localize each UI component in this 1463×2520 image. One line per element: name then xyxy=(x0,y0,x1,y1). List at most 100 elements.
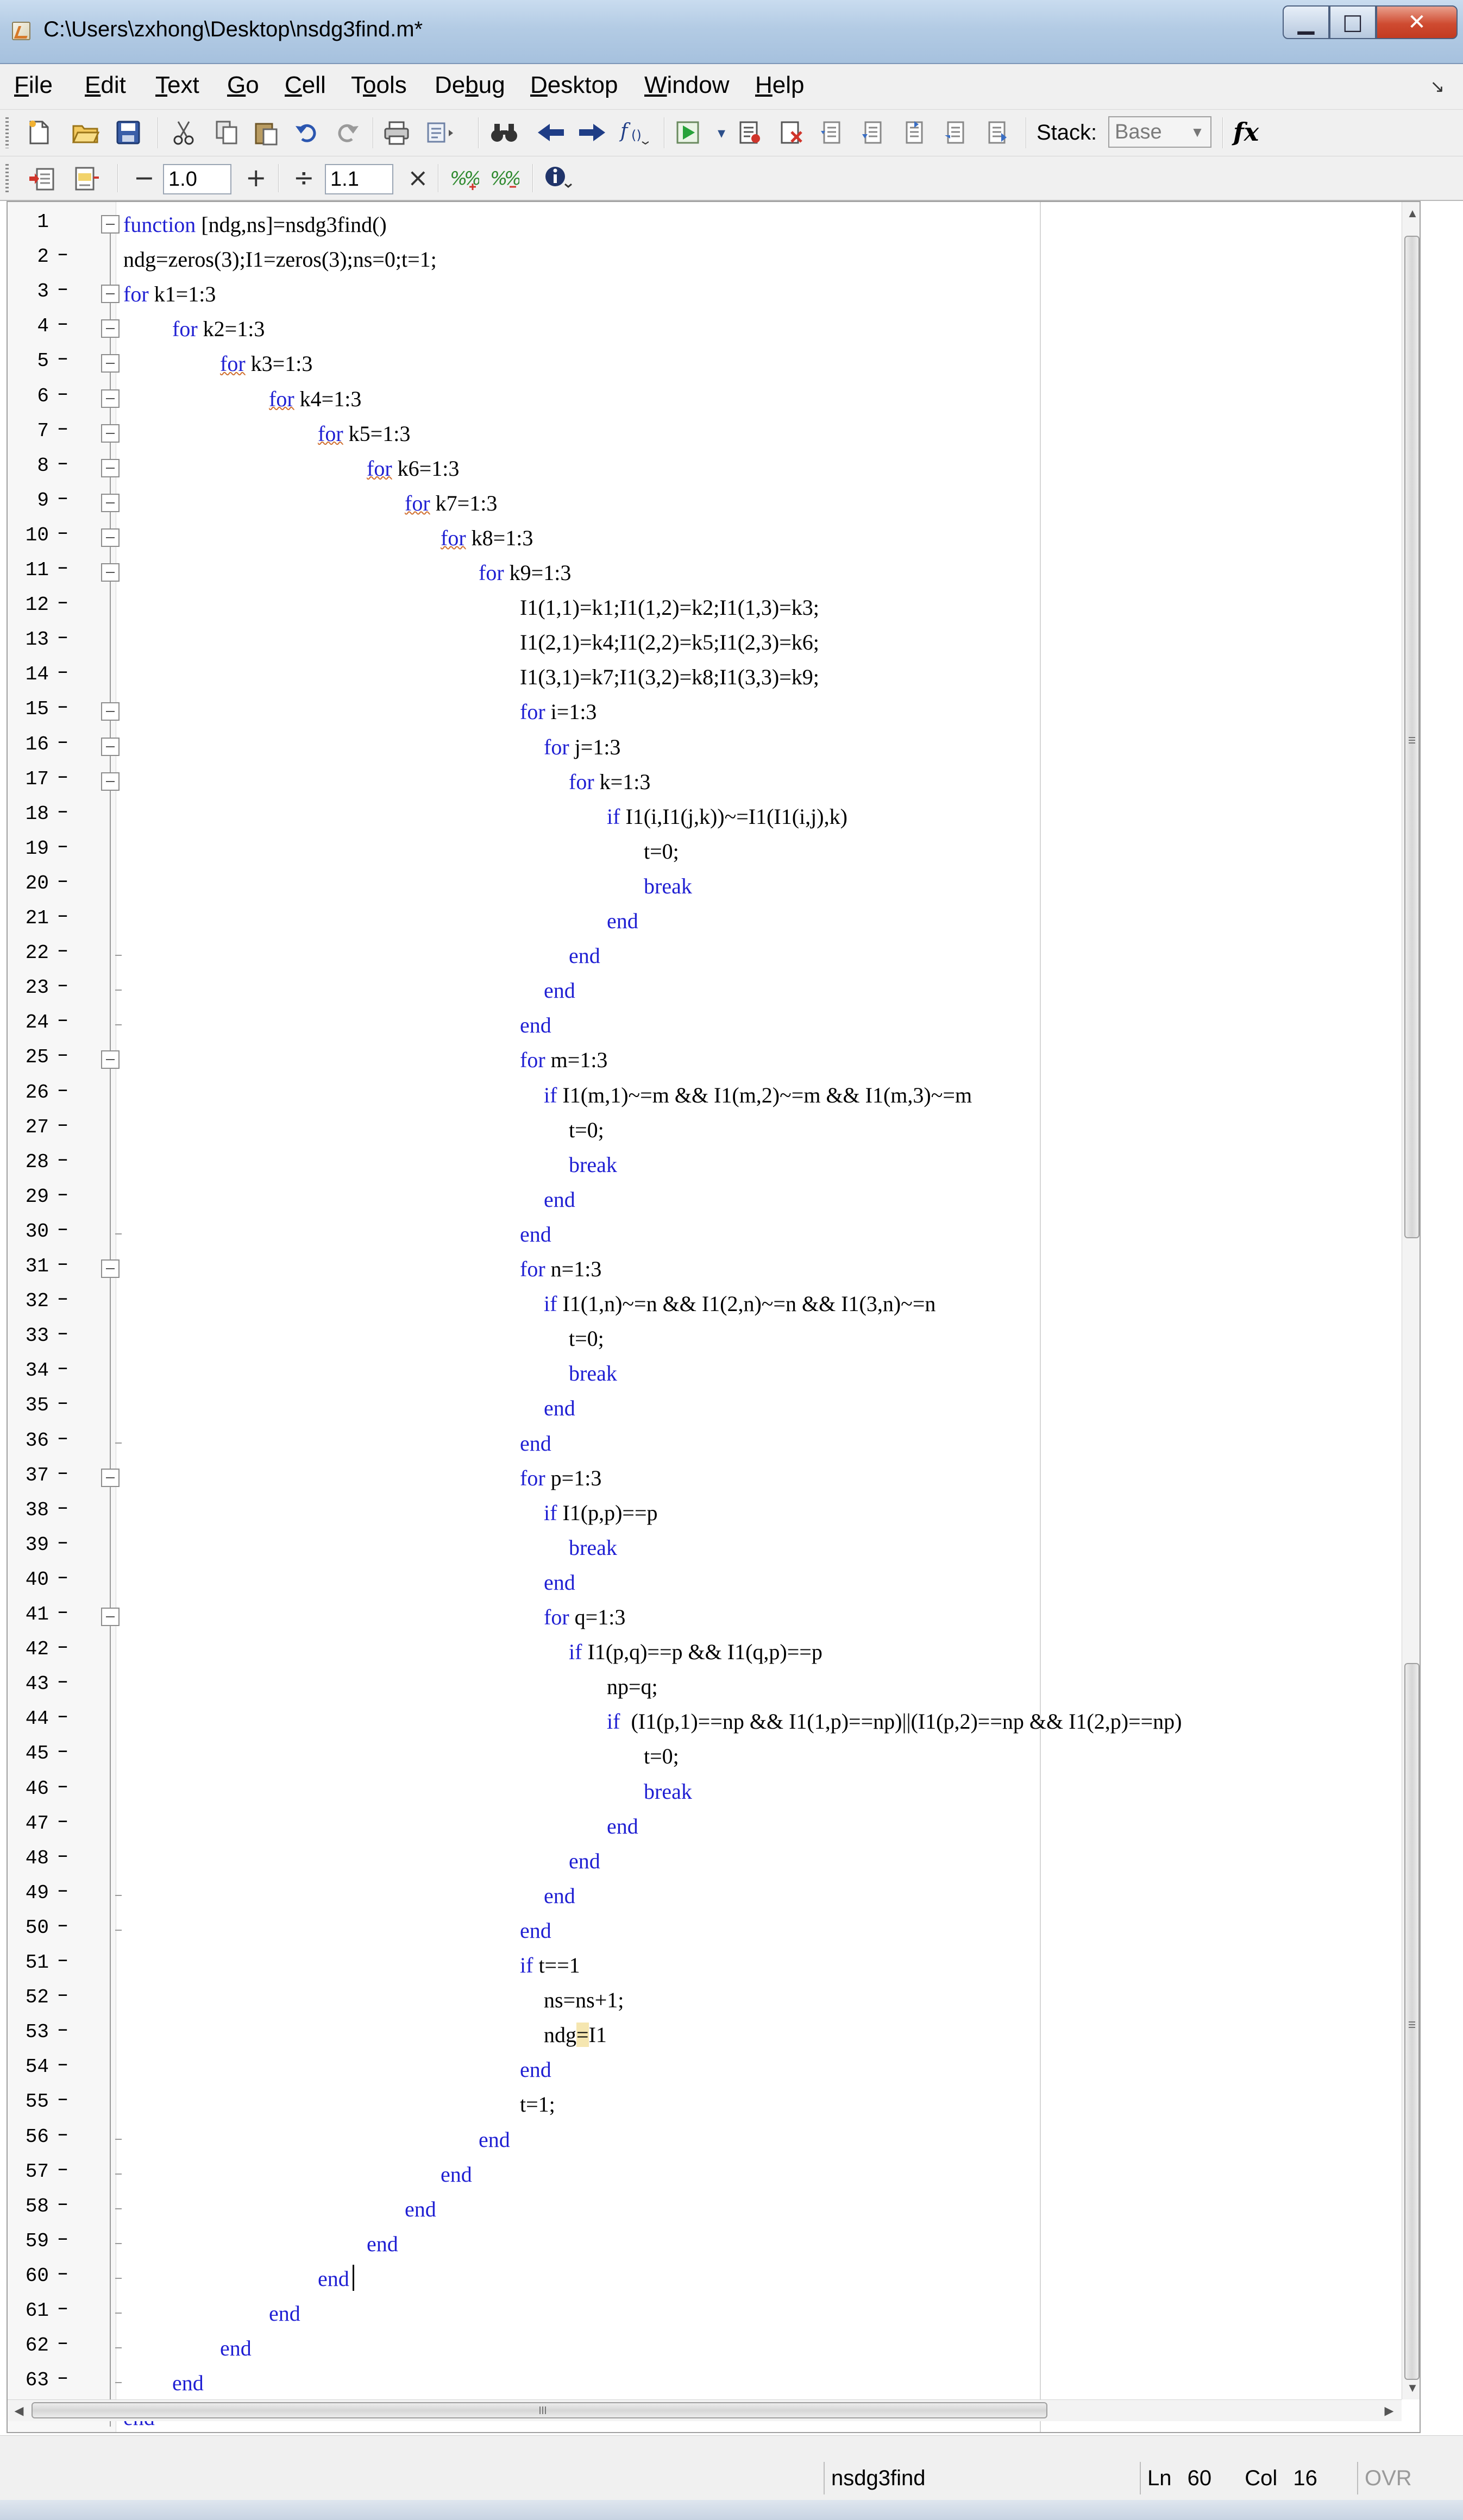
code-line[interactable]: 3– for k1=1:3 xyxy=(8,276,1398,311)
save-icon[interactable] xyxy=(113,117,143,148)
code-line[interactable]: 42– if I1(p,q)==p && I1(q,p)==p xyxy=(8,1634,1398,1668)
menu-text[interactable]: Text xyxy=(155,72,199,99)
executable-line-marker[interactable]: – xyxy=(58,1495,68,1519)
executable-line-marker[interactable]: – xyxy=(58,415,68,439)
code-line[interactable]: 7– for k5=1:3 xyxy=(8,415,1398,450)
executable-line-marker[interactable]: – xyxy=(58,972,68,996)
executable-line-marker[interactable]: – xyxy=(58,1460,68,1484)
minimize-button[interactable]: ▁ xyxy=(1283,5,1329,39)
code-line[interactable]: 31– for n=1:3 xyxy=(8,1251,1398,1286)
executable-line-marker[interactable]: – xyxy=(58,1808,68,1832)
executable-line-marker[interactable]: – xyxy=(58,381,68,405)
percent-remove-icon[interactable]: %% xyxy=(489,163,519,193)
open-folder-icon[interactable] xyxy=(71,117,101,148)
cell-plus-icon[interactable]: + xyxy=(246,163,267,192)
menu-edit[interactable]: Edit xyxy=(85,72,126,99)
executable-line-marker[interactable]: – xyxy=(58,241,68,265)
executable-line-marker[interactable]: – xyxy=(58,2330,68,2354)
code-line[interactable]: 17– for k=1:3 xyxy=(8,764,1398,798)
fold-toggle-icon[interactable] xyxy=(101,528,120,547)
executable-line-marker[interactable]: – xyxy=(58,1634,68,1658)
find-files-icon[interactable] xyxy=(425,117,455,148)
scroll-left-icon[interactable]: ◀ xyxy=(8,2400,30,2422)
code-line[interactable]: 49– end xyxy=(8,1878,1398,1912)
evaluate-cell-icon[interactable] xyxy=(71,163,101,193)
run-icon[interactable] xyxy=(674,117,704,148)
maximize-button[interactable]: □ xyxy=(1329,5,1376,39)
executable-line-marker[interactable]: – xyxy=(58,1425,68,1449)
code-line[interactable]: 18– if I1(i,I1(j,k))~=I1(I1(i,j),k) xyxy=(8,798,1398,833)
paste-icon[interactable] xyxy=(251,117,281,148)
cell-divide-icon[interactable]: ÷ xyxy=(293,163,315,192)
code-line[interactable]: 35– end xyxy=(8,1390,1398,1425)
dock-arrow-icon[interactable]: ↘ xyxy=(1430,76,1445,97)
code-line[interactable]: 5– for k3=1:3 xyxy=(8,345,1398,380)
code-line[interactable]: 41– for q=1:3 xyxy=(8,1599,1398,1634)
menu-desktop[interactable]: Desktop xyxy=(530,72,618,99)
fold-toggle-icon[interactable] xyxy=(101,563,120,582)
cell-minus-icon[interactable]: − xyxy=(134,163,155,192)
executable-line-marker[interactable]: – xyxy=(58,1390,68,1414)
code-line[interactable]: 21– end xyxy=(8,903,1398,937)
set-breakpoint-icon[interactable] xyxy=(734,117,765,148)
executable-line-marker[interactable]: – xyxy=(58,1112,68,1136)
executable-line-marker[interactable]: – xyxy=(58,903,68,927)
code-line[interactable]: 13– I1(2,1)=k4;I1(2,2)=k5;I1(2,3)=k6; xyxy=(8,624,1398,659)
insert-cell-icon[interactable] xyxy=(27,163,58,193)
executable-line-marker[interactable]: – xyxy=(58,1703,68,1727)
executable-line-marker[interactable]: – xyxy=(58,1668,68,1692)
code-line[interactable]: 1 function [ndg,ns]=nsdg3find() xyxy=(8,206,1398,241)
executable-line-marker[interactable]: – xyxy=(58,624,68,648)
fold-toggle-icon[interactable] xyxy=(101,215,120,234)
executable-line-marker[interactable]: – xyxy=(58,694,68,717)
code-line[interactable]: 19– t=0; xyxy=(8,833,1398,868)
code-editor[interactable]: 1 function [ndg,ns]=nsdg3find() 2 – ndg=zero… xyxy=(7,201,1421,2433)
cell-decrement-field[interactable]: 1.0 xyxy=(163,164,231,194)
fold-toggle-icon[interactable] xyxy=(101,319,120,338)
executable-line-marker[interactable]: – xyxy=(58,2156,68,2180)
executable-line-marker[interactable]: – xyxy=(58,1878,68,1901)
fold-toggle-icon[interactable] xyxy=(101,354,120,373)
code-line[interactable]: 16– for j=1:3 xyxy=(8,729,1398,764)
executable-line-marker[interactable]: – xyxy=(58,1042,68,1066)
executable-line-marker[interactable]: – xyxy=(58,276,68,300)
code-line[interactable]: 4– for k2=1:3 xyxy=(8,311,1398,345)
executable-line-marker[interactable]: – xyxy=(58,1146,68,1170)
code-line[interactable]: 63– end xyxy=(8,2365,1398,2399)
executable-line-marker[interactable]: – xyxy=(58,1947,68,1971)
step-in-icon[interactable] xyxy=(858,117,889,148)
executable-line-marker[interactable]: – xyxy=(58,345,68,369)
toolbar-grip[interactable] xyxy=(5,117,9,148)
step-out-icon[interactable] xyxy=(900,117,930,148)
executable-line-marker[interactable]: – xyxy=(58,589,68,613)
scroll-right-icon[interactable]: ▶ xyxy=(1378,2400,1401,2422)
executable-line-marker[interactable]: – xyxy=(58,1738,68,1762)
horizontal-scroll-thumb[interactable] xyxy=(32,2402,1047,2418)
scroll-up-icon[interactable]: ▲ xyxy=(1402,202,1420,225)
code-line[interactable]: 46– break xyxy=(8,1773,1398,1808)
fx-icon[interactable]: fx xyxy=(1233,117,1259,147)
back-arrow-icon[interactable] xyxy=(536,117,566,148)
code-line[interactable]: 54– end xyxy=(8,2051,1398,2086)
code-line[interactable]: 36– end xyxy=(8,1425,1398,1460)
menu-file[interactable]: File xyxy=(14,72,53,99)
fold-toggle-icon[interactable] xyxy=(101,702,120,721)
executable-line-marker[interactable]: – xyxy=(58,2086,68,2110)
fold-toggle-icon[interactable] xyxy=(101,1608,120,1626)
copy-icon[interactable] xyxy=(212,117,242,148)
executable-line-marker[interactable]: – xyxy=(58,833,68,857)
binoculars-icon[interactable] xyxy=(489,117,519,148)
continue-icon[interactable] xyxy=(941,117,971,148)
code-line[interactable]: 28– break xyxy=(8,1146,1398,1181)
executable-line-marker[interactable]: – xyxy=(58,1564,68,1588)
cell-times-icon[interactable]: × xyxy=(407,163,429,192)
forward-arrow-icon[interactable] xyxy=(577,117,607,148)
print-icon[interactable] xyxy=(381,117,412,148)
executable-line-marker[interactable]: – xyxy=(58,1181,68,1205)
executable-line-marker[interactable]: – xyxy=(58,798,68,822)
executable-line-marker[interactable]: – xyxy=(58,1077,68,1101)
vertical-scroll-thumb-split[interactable] xyxy=(1404,1663,1420,2380)
code-line[interactable]: 12– I1(1,1)=k1;I1(1,2)=k2;I1(1,3)=k3; xyxy=(8,589,1398,624)
executable-line-marker[interactable]: – xyxy=(58,2260,68,2284)
fold-toggle-icon[interactable] xyxy=(101,424,120,443)
